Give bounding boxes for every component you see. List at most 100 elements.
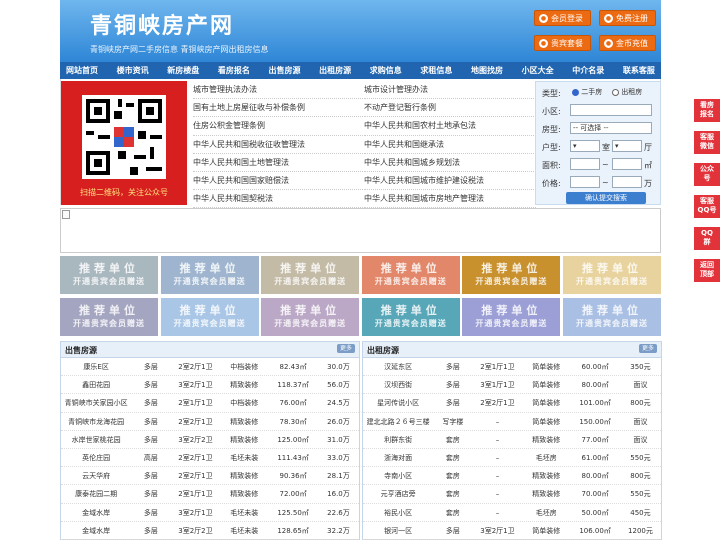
login-button[interactable]: ● 会员登录 (534, 10, 591, 26)
right-bar-button[interactable]: 返回 顶部 (694, 259, 720, 282)
listing-cell: 多层 (143, 472, 158, 481)
listing-cell: 多层 (445, 526, 460, 535)
price-min-input[interactable] (570, 176, 600, 188)
listing-cell: 建北北路２６号三楼 (366, 417, 430, 426)
nav-item[interactable]: 地图找房 (471, 62, 503, 79)
ad-slot[interactable]: 推荐单位 开通贵宾会员赠送 (261, 256, 360, 294)
law-link[interactable]: 城市设计管理办法 (364, 81, 536, 100)
listing-cell: 31.0万 (327, 435, 350, 444)
listing-row[interactable]: 青铜峡市龙海花园 多层 2室2厅1卫 精致装修 78.30㎡ 26.0万 (61, 413, 359, 431)
ad-slot[interactable]: 推荐单位 开通贵宾会员赠送 (261, 298, 360, 336)
listing-row[interactable]: 利群东街 套房 – 精致装修 77.00㎡ 面议 (363, 431, 661, 449)
nav-item[interactable]: 网站首页 (66, 62, 98, 79)
law-link[interactable]: 中华人民共和国税收征收管理法 (193, 136, 365, 154)
listing-row[interactable]: 康乐E区 多层 2室2厅1卫 中档装修 82.43㎡ 30.0万 (61, 358, 359, 377)
recharge-button[interactable]: ● 金币充值 (599, 35, 656, 51)
price-max-input[interactable] (612, 176, 642, 188)
ad-slot[interactable]: 推荐单位 开通贵宾会员赠送 (160, 256, 259, 294)
nav-item[interactable]: 看房报名 (218, 62, 250, 79)
listing-row[interactable]: 汉延东区 多层 2室1厅1卫 简单装修 60.00㎡ 350元 (363, 358, 661, 377)
ad-slot[interactable]: 推荐单位 开通贵宾会员赠送 (60, 298, 158, 336)
listing-cell: 125.00㎡ (277, 435, 309, 444)
law-link[interactable]: 中华人民共和国契税法 (193, 190, 365, 209)
nav-item[interactable]: 中介名录 (572, 62, 604, 79)
ad-slot[interactable]: 推荐单位 开通贵宾会员赠送 (60, 256, 158, 294)
law-link[interactable]: 中华人民共和国城市维护建设税法 (364, 172, 536, 191)
listing-row[interactable]: 浙海对面 套房 – 毛坯房 61.00㎡ 550元 (363, 449, 661, 468)
right-bar-button[interactable]: 公众号 (694, 163, 720, 186)
right-bar-label: 客服 (700, 197, 714, 205)
law-link[interactable]: 不动产登记暂行条例 (364, 99, 536, 118)
listing-cell: 汉延东区 (384, 363, 413, 371)
listing-cell: 450元 (630, 508, 651, 517)
listing-row[interactable]: 寺南小区 套房 – 精致装修 80.00㎡ 800元 (363, 467, 661, 486)
law-link[interactable]: 中华人民共和国农村土地承包法 (364, 117, 536, 136)
law-link[interactable]: 中华人民共和国国家赔偿法 (193, 172, 365, 191)
radio-second-hand[interactable]: 二手房 (572, 87, 602, 97)
vip-package-button[interactable]: ● 贵宾套餐 (534, 35, 591, 51)
ad-slot[interactable]: 推荐单位 开通贵宾会员赠送 (563, 298, 661, 336)
listing-row[interactable]: 青铜峡市关家园小区 多层 2室1厅1卫 中档装修 76.00㎡ 24.5万 (61, 394, 359, 413)
listing-cell: 金域水岸 (82, 508, 111, 517)
hall-select[interactable]: ▾ (612, 140, 642, 152)
right-bar-button[interactable]: 客服 QQ号 (694, 195, 720, 218)
nav-item[interactable]: 求购信息 (370, 62, 402, 79)
law-link[interactable]: 住房公积金管理条例 (193, 117, 365, 136)
ad-slot[interactable]: 推荐单位 开通贵宾会员赠送 (563, 256, 661, 294)
nav-item[interactable]: 小区大全 (522, 62, 554, 79)
listing-cell: 简单装修 (532, 526, 561, 535)
area-max-input[interactable] (612, 158, 642, 170)
listing-row[interactable]: 汉坝西街 多层 3室1厅1卫 简单装修 80.00㎡ 面议 (363, 376, 661, 395)
house-type-select[interactable]: -- 可选择 -- (570, 122, 652, 134)
rent-more-link[interactable]: 更多 (638, 344, 657, 353)
law-link[interactable]: 中华人民共和国城市房地产管理法 (364, 190, 536, 209)
nav-item[interactable]: 联系客服 (623, 62, 655, 79)
ad-slot[interactable]: 推荐单位 开通贵宾会员赠送 (361, 256, 460, 294)
nav-item[interactable]: 新房楼盘 (167, 62, 199, 79)
radio-rental[interactable]: 出租房 (612, 87, 642, 97)
listing-cell: 26.0万 (327, 417, 350, 426)
listing-row[interactable]: 金域水岸 多层 3室2厅1卫 毛坯未装 125.50㎡ 22.6万 (61, 504, 359, 522)
law-link[interactable]: 中华人民共和国继承法 (364, 136, 536, 154)
right-bar-button[interactable]: 客服 微信 (694, 131, 720, 154)
listing-cell: 2室1厅1卫 (480, 363, 515, 371)
listing-row[interactable]: 金域水岸 多层 3室2厅2卫 毛坯未装 128.65㎡ 32.2万 (61, 522, 359, 540)
ad-slot[interactable]: 推荐单位 开通贵宾会员赠送 (361, 298, 460, 336)
listing-row[interactable]: 鑫田花园 多层 3室2厅1卫 精致装修 118.37㎡ 56.0万 (61, 376, 359, 395)
banner-image[interactable] (60, 208, 661, 253)
listing-row[interactable]: 裕民小区 套房 – 毛坯房 50.00㎡ 450元 (363, 504, 661, 522)
ad-slot[interactable]: 推荐单位 开通贵宾会员赠送 (160, 298, 259, 336)
community-input[interactable] (570, 104, 652, 116)
law-link[interactable]: 城市管理执法办法 (193, 81, 365, 100)
room-select[interactable]: ▾ (570, 140, 600, 152)
law-link[interactable]: 中华人民共和国土地管理法 (193, 154, 365, 172)
law-link[interactable]: 国有土地上房屋征收与补偿条例 (193, 99, 365, 118)
listing-row[interactable]: 康泰花园二期 多层 2室1厅1卫 精致装修 72.00㎡ 16.0万 (61, 485, 359, 504)
sale-more-link[interactable]: 更多 (336, 344, 355, 353)
search-submit-button[interactable]: 确认提交搜索 (566, 192, 646, 204)
register-button[interactable]: ● 免费注册 (599, 10, 656, 26)
listing-cell: – (495, 435, 500, 444)
listing-row[interactable]: 建北北路２６号三楼 写字楼 – 简单装修 150.00㎡ 面议 (363, 413, 661, 431)
nav-item[interactable]: 求租信息 (420, 62, 452, 79)
nav-item[interactable]: 出租房源 (319, 62, 351, 79)
law-link[interactable]: 中华人民共和国城乡规划法 (364, 154, 536, 172)
listing-row[interactable]: 云天华府 多层 2室2厅1卫 精致装修 90.36㎡ 28.1万 (61, 467, 359, 486)
listing-cell: 云天华府 (82, 472, 111, 481)
right-bar-button[interactable]: 看房 报名 (694, 99, 720, 122)
ad-slot[interactable]: 推荐单位 开通贵宾会员赠送 (462, 256, 561, 294)
nav-item[interactable]: 出售房源 (269, 62, 301, 79)
right-bar-button[interactable]: QQ 群 (694, 227, 720, 250)
listing-row[interactable]: 水岸世家桃花园 多层 3室2厅2卫 精致装修 125.00㎡ 31.0万 (61, 431, 359, 449)
nav-item[interactable]: 楼市资讯 (117, 62, 149, 79)
listing-cell: 毛坯未装 (230, 526, 259, 535)
ad-slot[interactable]: 推荐单位 开通贵宾会员赠送 (462, 298, 561, 336)
area-min-input[interactable] (570, 158, 600, 170)
listing-row[interactable]: 银河一区 多层 3室2厅1卫 简单装修 106.00㎡ 1200元 (363, 522, 661, 540)
listing-row[interactable]: 元亨酒店旁 套房 – 精致装修 70.00㎡ 550元 (363, 485, 661, 504)
site-subtitle[interactable]: 青铜峡房产网二手房信息 青铜峡房产网出租房信息 (90, 44, 269, 55)
listing-cell: 套房 (445, 435, 460, 444)
listing-row[interactable]: 星河传说小区 多层 2室2厅1卫 简单装修 101.00㎡ 800元 (363, 394, 661, 413)
listing-row[interactable]: 英伦庄园 高层 2室2厅1卫 毛坯未装 111.43㎡ 33.0万 (61, 449, 359, 468)
right-bar-label: 看房 (700, 101, 714, 109)
